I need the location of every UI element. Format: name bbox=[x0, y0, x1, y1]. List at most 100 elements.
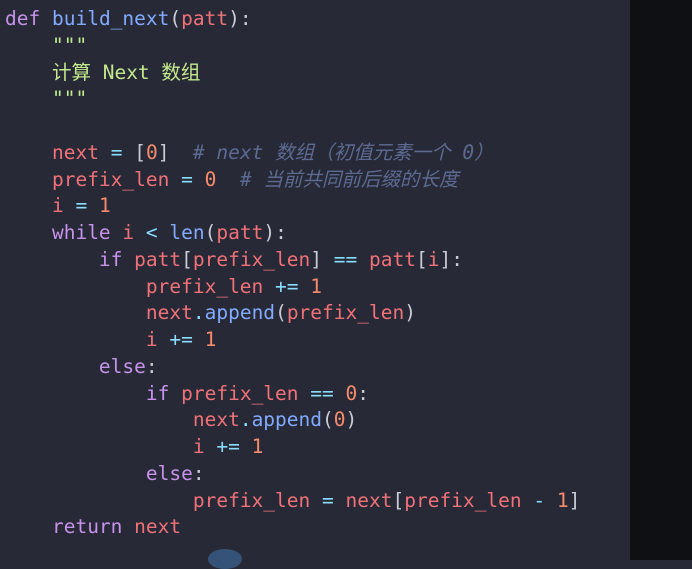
code-token: # 当前共同前后缀的长度 bbox=[239, 167, 459, 191]
code-line: """ bbox=[5, 86, 580, 113]
code-token: next bbox=[345, 488, 393, 512]
code-editor[interactable]: def build_next(patt): """ 计算 Next 数组 """… bbox=[0, 0, 630, 569]
code-token: += bbox=[216, 435, 240, 458]
code-line: prefix_len = 0 # 当前共同前后缀的长度 bbox=[5, 167, 580, 194]
code-token: patt bbox=[369, 247, 416, 271]
code-token: len bbox=[169, 221, 205, 244]
code-token: 计算 Next 数组 bbox=[51, 60, 201, 84]
code-token: prefix_len bbox=[145, 274, 264, 298]
code-line: i += 1 bbox=[5, 327, 580, 354]
code-token: next bbox=[134, 515, 182, 539]
code-line: i += 1 bbox=[5, 434, 580, 461]
code-token: return bbox=[51, 515, 123, 539]
code-token: prefix_len bbox=[404, 488, 522, 512]
code-token: 0 bbox=[345, 381, 358, 405]
code-token: patt bbox=[181, 7, 229, 30]
code-token: """ bbox=[51, 87, 88, 111]
code-token: ): bbox=[263, 221, 287, 244]
code-token: prefix_len bbox=[192, 247, 311, 271]
code-token: : bbox=[357, 381, 370, 405]
code-token: def bbox=[5, 7, 41, 30]
code-token: while bbox=[51, 221, 111, 244]
code-token: i bbox=[145, 328, 158, 351]
code-token: i bbox=[192, 435, 205, 458]
code-token: prefix_len bbox=[286, 301, 405, 325]
code-token: = bbox=[181, 167, 193, 191]
code-token: . bbox=[239, 408, 252, 432]
code-token: else bbox=[145, 461, 193, 485]
code-line: next.append(prefix_len) bbox=[5, 300, 580, 327]
code-token: 0 bbox=[333, 408, 346, 432]
code-token: prefix_len bbox=[51, 167, 170, 191]
code-token: patt bbox=[134, 247, 182, 271]
code-token: ( bbox=[322, 408, 334, 432]
code-token: append bbox=[204, 301, 276, 325]
code-token: # next 数组（初值元素一个 0） bbox=[192, 140, 494, 164]
code-token: if bbox=[98, 247, 123, 271]
code-token: patt bbox=[216, 221, 264, 244]
code-token: 1 bbox=[310, 274, 323, 298]
code-content[interactable]: def build_next(patt): """ 计算 Next 数组 """… bbox=[5, 6, 580, 541]
code-token: next bbox=[192, 408, 240, 432]
code-line: """ bbox=[5, 33, 580, 60]
code-token: == bbox=[333, 247, 358, 271]
code-token: ] bbox=[310, 247, 323, 271]
code-token: next bbox=[145, 301, 193, 325]
code-token: : bbox=[192, 461, 205, 485]
code-line: next.append(0) bbox=[5, 407, 580, 434]
code-token: ]: bbox=[439, 247, 463, 271]
code-token: [ bbox=[392, 488, 405, 512]
code-line: i = 1 bbox=[5, 193, 580, 220]
code-line: 计算 Next 数组 bbox=[5, 60, 580, 87]
code-token: prefix_len bbox=[181, 381, 299, 405]
code-token: < bbox=[145, 221, 158, 244]
code-line: def build_next(patt): bbox=[5, 6, 580, 33]
code-line: next = [0] # next 数组（初值元素一个 0） bbox=[5, 140, 580, 167]
code-token: == bbox=[310, 381, 334, 405]
code-token: next bbox=[51, 140, 99, 164]
mouse-cursor-icon bbox=[208, 549, 242, 569]
code-token: ] bbox=[568, 488, 581, 512]
code-token: if bbox=[145, 381, 170, 405]
code-token: 0 bbox=[145, 140, 158, 164]
code-token: ] bbox=[157, 140, 170, 164]
code-token: ): bbox=[228, 7, 252, 30]
code-token: = bbox=[110, 140, 123, 164]
code-token: . bbox=[192, 301, 205, 325]
code-token: ) bbox=[404, 301, 416, 325]
code-token: 1 bbox=[251, 435, 264, 458]
